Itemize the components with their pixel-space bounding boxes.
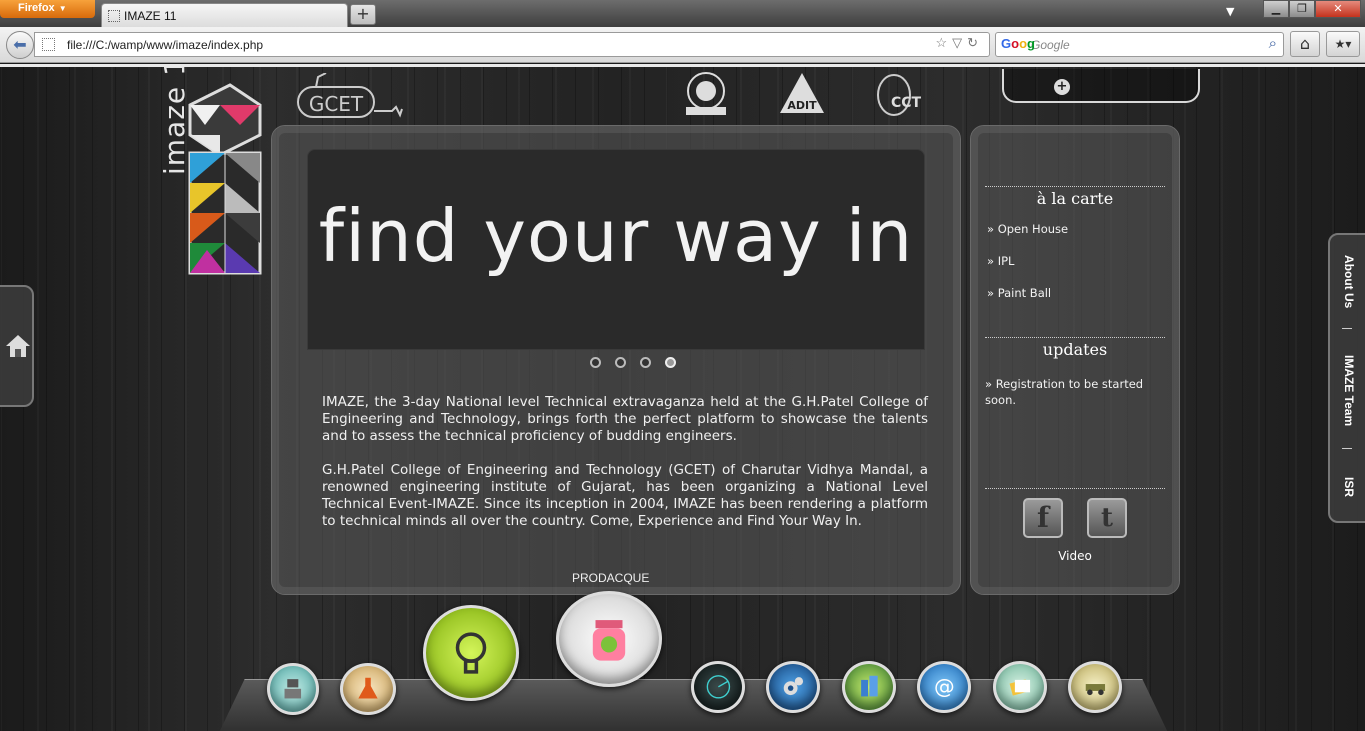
- banner-headline: find your way in: [318, 194, 914, 278]
- page-viewport: imaze 11 GCET ADIT CCT + About Us IMAZE …: [0, 64, 1365, 731]
- top-drawer-tab[interactable]: +: [1002, 69, 1200, 103]
- nav-imaze-team[interactable]: IMAZE Team: [1342, 355, 1356, 426]
- history-dropdown-icon[interactable]: ▽: [952, 35, 967, 50]
- navigation-toolbar: ⬅ file:///C:/wamp/www/imaze/index.php ☆▽…: [0, 27, 1365, 63]
- updates-heading: updates: [1042, 340, 1108, 359]
- bulb-icon[interactable]: [423, 605, 519, 701]
- papers-icon[interactable]: [993, 661, 1047, 713]
- slider-dot-4[interactable]: [665, 357, 676, 368]
- tab-title: IMAZE 11: [124, 9, 177, 23]
- url-tools: ☆▽↻: [935, 35, 983, 51]
- gcet-logo-text: GCET: [309, 92, 364, 116]
- nav-about-us[interactable]: About Us: [1342, 255, 1356, 308]
- bookmarks-icon: ★▾: [1334, 37, 1352, 51]
- divider: [985, 186, 1165, 187]
- maximize-button[interactable]: ❐: [1289, 0, 1315, 18]
- building-icon[interactable]: [842, 661, 896, 713]
- house-icon: [6, 335, 30, 357]
- adit-logo[interactable]: ADIT: [776, 69, 828, 121]
- page-icon: [108, 10, 120, 22]
- car-icon[interactable]: [1068, 661, 1122, 713]
- facebook-icon[interactable]: f: [1023, 498, 1063, 538]
- flask-icon[interactable]: [340, 663, 396, 715]
- partner-seal-logo[interactable]: [680, 69, 732, 121]
- robot-icon[interactable]: [267, 663, 319, 715]
- slider-dots: [590, 357, 676, 368]
- bookmark-star-icon[interactable]: ☆: [935, 35, 952, 50]
- home-side-tab[interactable]: [0, 285, 34, 407]
- partner-logos: ADIT CCT: [680, 69, 924, 121]
- nav-separator: [1342, 448, 1352, 449]
- gcet-logo[interactable]: GCET: [296, 73, 406, 123]
- radar-icon[interactable]: [691, 661, 745, 713]
- search-icon[interactable]: ⌕: [1269, 35, 1277, 52]
- video-link[interactable]: Video: [971, 549, 1179, 563]
- at-icon[interactable]: @: [917, 661, 971, 713]
- plus-icon[interactable]: +: [1054, 79, 1070, 95]
- slider-dot-2[interactable]: [615, 357, 626, 368]
- new-tab-button[interactable]: +: [350, 4, 376, 25]
- svg-text:@: @: [934, 675, 955, 699]
- browser-tab[interactable]: IMAZE 11: [101, 3, 348, 27]
- jar-icon[interactable]: [556, 591, 662, 687]
- google-icon[interactable]: Goog: [1001, 36, 1035, 51]
- intro-paragraph-1: IMAZE, the 3-day National level Technica…: [322, 394, 928, 444]
- url-bar[interactable]: file:///C:/wamp/www/imaze/index.php ☆▽↻: [34, 32, 990, 57]
- site-identity-icon[interactable]: [42, 38, 55, 51]
- intro-text: IMAZE, the 3-day National level Technica…: [322, 394, 928, 547]
- back-button[interactable]: ⬅: [6, 31, 34, 59]
- firefox-menu-button[interactable]: Firefox ▼: [0, 0, 95, 18]
- firefox-menu-label: Firefox: [18, 2, 55, 14]
- search-placeholder: Google: [1031, 38, 1070, 52]
- hero-banner: find your way in: [307, 149, 925, 350]
- dock-hover-label: PRODACQUE: [572, 571, 650, 585]
- cct-logo[interactable]: CCT: [872, 69, 924, 121]
- divider: [985, 337, 1165, 338]
- dropdown-arrow-icon: ▼: [58, 4, 67, 13]
- nav-isr[interactable]: ISR: [1342, 477, 1356, 497]
- url-text: file:///C:/wamp/www/imaze/index.php: [67, 38, 264, 52]
- window-controls: ▁ ❐ ✕: [1263, 0, 1361, 18]
- carte-heading: à la carte: [1036, 189, 1114, 208]
- carte-link-paint-ball[interactable]: » Paint Ball: [987, 286, 1051, 300]
- twitter-icon[interactable]: t: [1087, 498, 1127, 538]
- reload-icon[interactable]: ↻: [967, 35, 983, 50]
- carte-link-ipl[interactable]: » IPL: [987, 254, 1014, 268]
- minimize-button[interactable]: ▁: [1263, 0, 1289, 18]
- browser-titlebar: Firefox ▼ IMAZE 11 + ▼ ▁ ❐ ✕: [0, 0, 1365, 27]
- intro-paragraph-2: G.H.Patel College of Engineering and Tec…: [322, 462, 928, 529]
- main-content-panel: find your way in IMAZE, the 3-day Nation…: [271, 125, 961, 595]
- slider-dot-3[interactable]: [640, 357, 651, 368]
- nav-separator: [1342, 328, 1352, 329]
- gears-icon[interactable]: [766, 661, 820, 713]
- home-icon: ⌂: [1299, 34, 1311, 53]
- home-button[interactable]: ⌂: [1290, 31, 1320, 57]
- adit-logo-text: ADIT: [787, 99, 817, 112]
- cct-logo-text: CCT: [891, 95, 922, 111]
- search-bar[interactable]: Goog Google ⌕: [995, 32, 1284, 57]
- bookmarks-button[interactable]: ★▾: [1326, 31, 1360, 57]
- slider-dot-1[interactable]: [590, 357, 601, 368]
- tab-list-icon[interactable]: ▼: [1226, 5, 1234, 18]
- carte-link-open-house[interactable]: » Open House: [987, 222, 1068, 236]
- back-arrow-icon: ⬅: [13, 35, 27, 54]
- divider: [985, 488, 1165, 489]
- close-window-button[interactable]: ✕: [1315, 0, 1361, 18]
- side-panel: à la carte » Open House » IPL » Paint Ba…: [970, 125, 1180, 595]
- right-side-nav: About Us IMAZE Team ISR: [1328, 233, 1365, 523]
- logo-text: imaze 11: [158, 64, 191, 175]
- update-item: » Registration to be started soon.: [985, 377, 1144, 407]
